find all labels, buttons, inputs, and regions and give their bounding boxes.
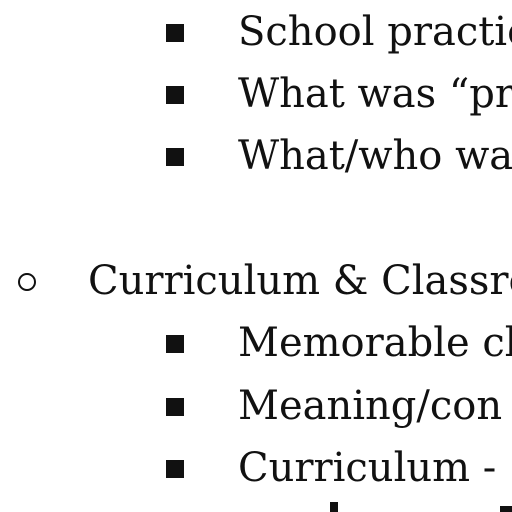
document-page: School practic What was “pr What/who wa … xyxy=(0,0,512,512)
list-item-text: Curriculum & Classro xyxy=(88,258,512,304)
list-item-text: School practic xyxy=(238,9,512,55)
square-bullet-icon xyxy=(166,68,184,120)
square-bullet-icon xyxy=(166,380,184,432)
list-item-text: Meaning/con xyxy=(238,383,503,429)
square-bullet-icon xyxy=(166,442,184,494)
glyph-fragment xyxy=(330,502,338,512)
list-item-text: What was “pr xyxy=(238,71,512,117)
list-item-text: What/who wa xyxy=(238,133,512,179)
square-bullet-icon xyxy=(166,6,184,58)
list-item-text: Curriculum - xyxy=(238,445,497,491)
square-bullet-icon xyxy=(166,130,184,182)
square-bullet-icon xyxy=(166,317,184,369)
glyph-fragment xyxy=(500,506,512,512)
list-item-text: Memorable cl xyxy=(238,320,512,366)
circle-bullet-icon xyxy=(18,255,36,307)
cut-off-next-line xyxy=(0,498,512,512)
